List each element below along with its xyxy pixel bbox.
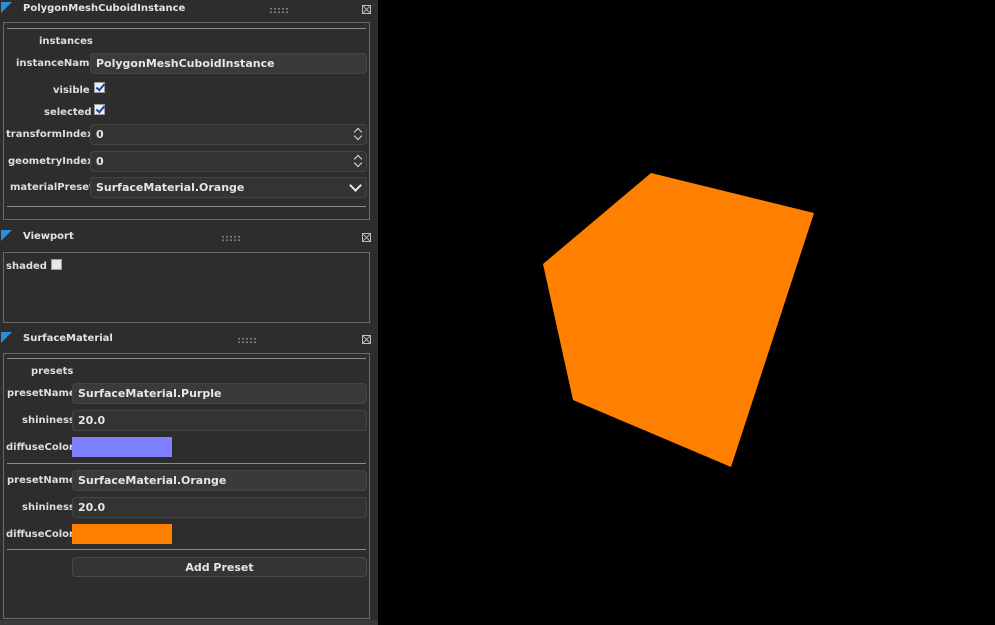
drag-grip-icon[interactable] — [237, 337, 256, 344]
geometry-index-value: 0 — [96, 155, 104, 168]
spinner-arrows-icon[interactable] — [351, 125, 365, 144]
viewport-panel-header[interactable]: Viewport — [0, 228, 378, 248]
shininess-input[interactable]: 20.0 — [72, 497, 367, 518]
diffuse-color-label: diffuseColor — [6, 442, 74, 453]
add-preset-button[interactable]: Add Preset — [72, 557, 367, 577]
diffuse-color-label: diffuseColor — [6, 529, 74, 540]
instance-panel-header[interactable]: PolygonMeshCuboidInstance — [0, 0, 378, 20]
spinner-arrows-icon[interactable] — [351, 152, 365, 171]
status-strip — [0, 620, 378, 625]
material-preset-label: materialPreset — [10, 182, 94, 193]
surface-material-panel-header[interactable]: SurfaceMaterial — [0, 330, 378, 350]
visible-checkbox[interactable] — [94, 82, 105, 93]
drag-grip-icon[interactable] — [269, 7, 288, 14]
divider — [7, 206, 366, 207]
instances-section-label: instances — [39, 36, 93, 47]
panel-corner-icon — [1, 230, 12, 241]
diffuse-color-swatch[interactable] — [72, 524, 172, 544]
divider — [7, 28, 366, 29]
shininess-input[interactable]: 20.0 — [72, 410, 367, 431]
shininess-label: shininess — [22, 415, 75, 426]
preset-name-value: SurfaceMaterial.Orange — [78, 474, 227, 487]
preset-name-value: SurfaceMaterial.Purple — [78, 387, 222, 400]
diffuse-color-swatch[interactable] — [72, 437, 172, 457]
shaded-checkbox[interactable] — [51, 259, 62, 270]
transform-index-spinbox[interactable]: 0 — [90, 124, 367, 145]
transform-index-label: transformIndex — [6, 129, 94, 140]
divider — [7, 463, 366, 464]
3d-viewport[interactable] — [378, 0, 995, 625]
surface-material-panel-title: SurfaceMaterial — [23, 333, 113, 344]
visible-label: visible — [53, 85, 90, 96]
preset-name-input[interactable]: SurfaceMaterial.Purple — [72, 383, 367, 404]
instance-panel-title: PolygonMeshCuboidInstance — [23, 3, 186, 14]
close-icon[interactable] — [362, 5, 371, 14]
divider — [7, 358, 366, 359]
preset-name-label: presetName — [7, 388, 76, 399]
preset-name-input[interactable]: SurfaceMaterial.Orange — [72, 470, 367, 491]
viewport-canvas[interactable] — [378, 0, 995, 625]
shininess-label: shininess — [22, 502, 75, 513]
transform-index-value: 0 — [96, 128, 104, 141]
instance-name-input[interactable]: PolygonMeshCuboidInstance — [90, 53, 367, 74]
instance-panel-body: instances instanceName PolygonMeshCuboid… — [3, 22, 370, 220]
selected-label: selected — [44, 107, 92, 118]
instance-name-value: PolygonMeshCuboidInstance — [96, 57, 275, 70]
panel-corner-icon — [1, 332, 12, 343]
geometry-index-spinbox[interactable]: 0 — [90, 151, 367, 172]
panel-corner-icon — [1, 2, 12, 13]
presets-section-label: presets — [31, 366, 74, 377]
viewport-panel-body: shaded — [3, 252, 370, 323]
close-icon[interactable] — [362, 335, 371, 344]
shaded-label: shaded — [6, 261, 47, 272]
material-preset-dropdown[interactable]: SurfaceMaterial.Orange — [90, 177, 367, 198]
preset-name-label: presetName — [7, 475, 76, 486]
close-icon[interactable] — [362, 233, 371, 242]
selected-checkbox[interactable] — [94, 104, 105, 115]
divider — [7, 549, 366, 550]
shininess-value: 20.0 — [78, 414, 106, 427]
chevron-down-icon[interactable] — [349, 179, 362, 192]
inspector-panel: PolygonMeshCuboidInstance instances inst… — [0, 0, 378, 625]
instance-name-label: instanceName — [16, 58, 97, 69]
material-preset-value: SurfaceMaterial.Orange — [96, 181, 245, 194]
orange-cube[interactable] — [543, 173, 814, 467]
surface-material-panel-body: presets presetName SurfaceMaterial.Purpl… — [3, 353, 370, 619]
viewport-panel-title: Viewport — [23, 231, 74, 242]
drag-grip-icon[interactable] — [221, 235, 240, 242]
geometry-index-label: geometryIndex — [8, 156, 94, 167]
shininess-value: 20.0 — [78, 501, 106, 514]
